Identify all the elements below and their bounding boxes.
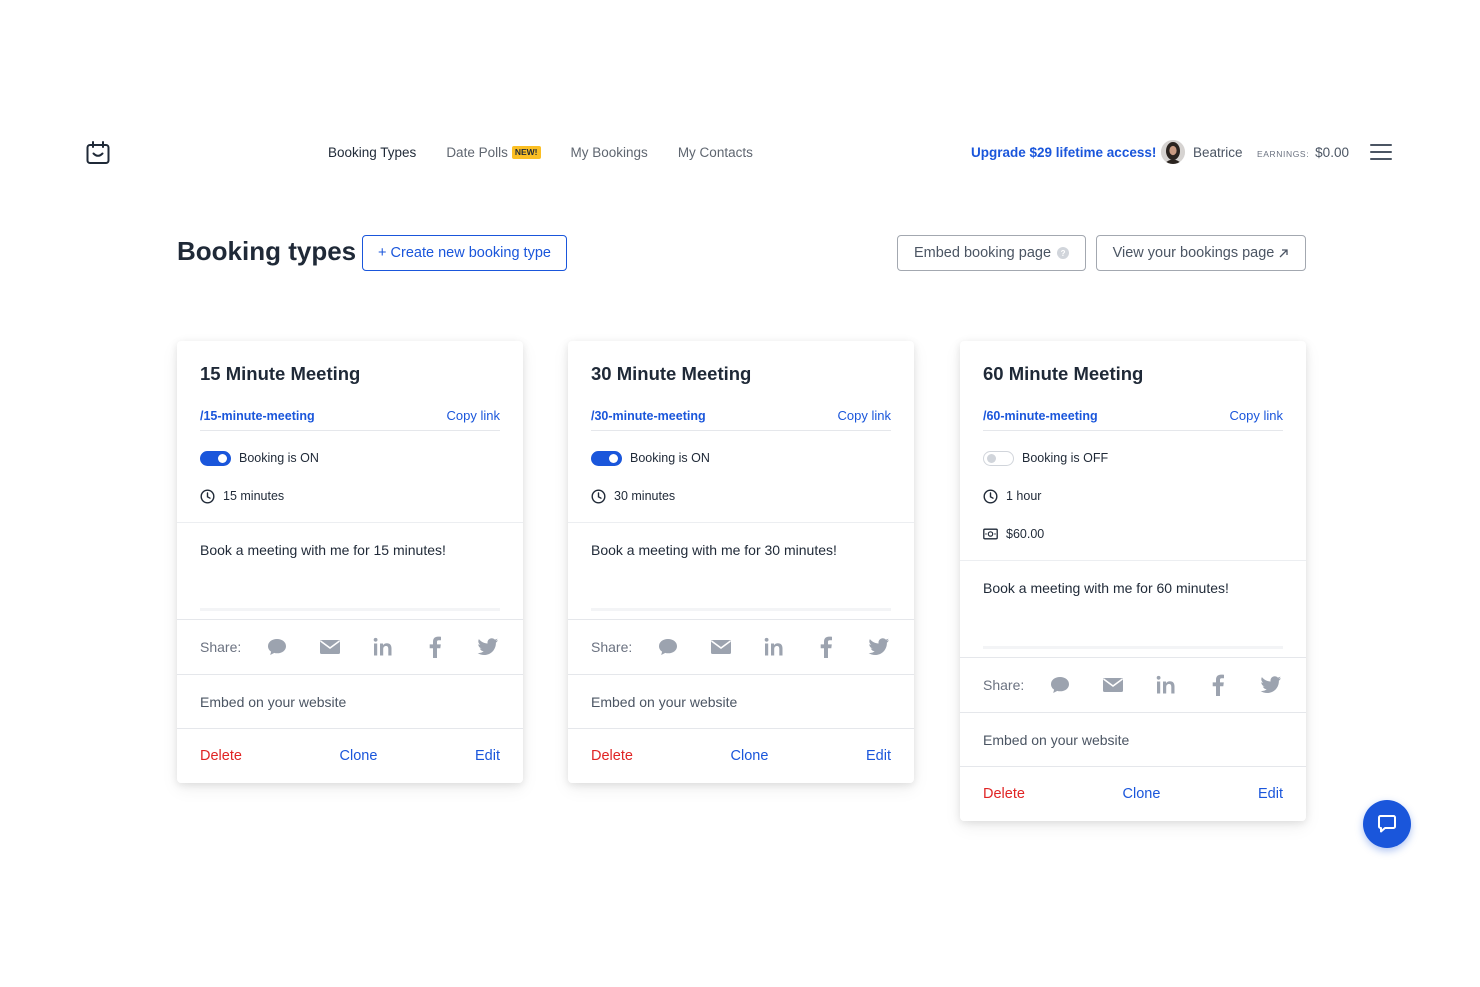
clock-icon <box>200 488 215 504</box>
booking-toggle[interactable] <box>983 450 1014 466</box>
delete-button[interactable]: Delete <box>200 748 242 764</box>
booking-status: Booking is ON <box>239 451 319 465</box>
delete-button[interactable]: Delete <box>591 748 633 764</box>
description: Book a meeting with me for 15 minutes! <box>177 522 523 619</box>
booking-slug-link[interactable]: /60-minute-meeting <box>983 409 1098 423</box>
booking-toggle[interactable] <box>591 450 622 466</box>
card-title: 15 Minute Meeting <box>200 363 361 384</box>
nav-date-polls[interactable]: Date Polls NEW! <box>446 145 541 160</box>
share-label: Share: <box>200 639 242 655</box>
embed-on-website-link[interactable]: Embed on your website <box>960 712 1306 766</box>
share-label: Share: <box>591 639 633 655</box>
copy-link-button[interactable]: Copy link <box>447 408 500 423</box>
nav-my-bookings[interactable]: My Bookings <box>571 145 648 160</box>
view-bookings-page-label: View your bookings page <box>1112 245 1275 261</box>
card-title: 30 Minute Meeting <box>591 363 752 384</box>
booking-type-card: 15 Minute Meeting /15-minute-meeting Cop… <box>177 341 523 783</box>
page-title: Booking types <box>177 236 357 266</box>
clock-icon <box>591 488 606 504</box>
email-icon[interactable] <box>318 636 342 658</box>
embed-on-website-link[interactable]: Embed on your website <box>568 674 914 728</box>
price: $60.00 <box>1006 527 1045 541</box>
booking-status: Booking is ON <box>630 451 710 465</box>
upgrade-link[interactable]: Upgrade $29 lifetime access! <box>971 145 1156 160</box>
booking-type-card: 30 Minute Meeting /30-minute-meeting Cop… <box>568 341 914 783</box>
nav-label: My Bookings <box>570 145 648 160</box>
clone-button[interactable]: Clone <box>731 748 769 764</box>
duration: 30 minutes <box>614 489 676 503</box>
earnings-value: $0.00 <box>1315 145 1349 160</box>
calendar-smile-icon[interactable] <box>85 141 111 165</box>
create-booking-type-button[interactable]: + Create new booking type <box>362 235 567 271</box>
edit-button[interactable]: Edit <box>866 748 891 764</box>
embed-on-website-link[interactable]: Embed on your website <box>177 674 523 728</box>
embed-booking-page-button[interactable]: Embed booking page ? <box>897 235 1086 271</box>
twitter-icon[interactable] <box>1259 674 1283 696</box>
avatar[interactable] <box>1161 140 1185 164</box>
card-title: 60 Minute Meeting <box>983 363 1144 384</box>
clone-button[interactable]: Clone <box>1123 786 1161 802</box>
view-bookings-page-button[interactable]: View your bookings page <box>1096 235 1306 271</box>
user-name[interactable]: Beatrice <box>1193 145 1243 160</box>
facebook-icon[interactable] <box>423 636 447 658</box>
help-icon: ? <box>1057 247 1070 259</box>
facebook-icon[interactable] <box>1206 674 1230 696</box>
embed-booking-page-label: Embed booking page <box>913 245 1052 261</box>
nav-label: Date Polls <box>446 145 508 160</box>
nav-my-contacts[interactable]: My Contacts <box>678 145 753 160</box>
description: Book a meeting with me for 30 minutes! <box>568 522 914 619</box>
booking-type-card: 60 Minute Meeting /60-minute-meeting Cop… <box>960 341 1306 821</box>
nav-label: My Contacts <box>677 145 753 160</box>
chat-bubble-icon[interactable] <box>1048 674 1072 696</box>
external-link-arrow-icon <box>1279 248 1289 257</box>
clock-icon <box>983 488 998 504</box>
edit-button[interactable]: Edit <box>475 748 500 764</box>
chat-bubble-icon[interactable] <box>265 636 289 658</box>
copy-link-button[interactable]: Copy link <box>1230 408 1283 423</box>
duration: 15 minutes <box>223 489 285 503</box>
main-nav: Booking Types Date Polls NEW! My Booking… <box>328 145 753 160</box>
chat-bubble-icon[interactable] <box>656 636 680 658</box>
copy-link-button[interactable]: Copy link <box>838 408 891 423</box>
linkedin-icon[interactable] <box>371 636 395 658</box>
linkedin-icon[interactable] <box>1154 674 1178 696</box>
money-icon <box>983 528 998 540</box>
nav-label: Booking Types <box>328 145 417 160</box>
linkedin-icon[interactable] <box>762 636 786 658</box>
earnings: EARNINGS: $0.00 <box>1257 145 1349 160</box>
facebook-icon[interactable] <box>814 636 838 658</box>
hamburger-menu-icon[interactable] <box>1370 144 1392 162</box>
nav-booking-types[interactable]: Booking Types <box>328 145 416 160</box>
twitter-icon[interactable] <box>476 636 500 658</box>
duration: 1 hour <box>1006 489 1042 503</box>
email-icon[interactable] <box>1101 674 1125 696</box>
earnings-label: EARNINGS: <box>1257 149 1310 159</box>
booking-slug-link[interactable]: /15-minute-meeting <box>200 409 315 423</box>
chat-bubble-icon <box>1378 815 1396 833</box>
twitter-icon[interactable] <box>867 636 891 658</box>
new-badge: NEW! <box>511 146 541 159</box>
edit-button[interactable]: Edit <box>1258 786 1283 802</box>
delete-button[interactable]: Delete <box>983 786 1025 802</box>
booking-toggle[interactable] <box>200 450 231 466</box>
chat-widget-button[interactable] <box>1363 800 1411 848</box>
booking-status: Booking is OFF <box>1022 451 1109 465</box>
clone-button[interactable]: Clone <box>340 748 378 764</box>
email-icon[interactable] <box>709 636 733 658</box>
description: Book a meeting with me for 60 minutes! <box>960 560 1306 657</box>
share-label: Share: <box>983 677 1025 693</box>
booking-slug-link[interactable]: /30-minute-meeting <box>591 409 706 423</box>
